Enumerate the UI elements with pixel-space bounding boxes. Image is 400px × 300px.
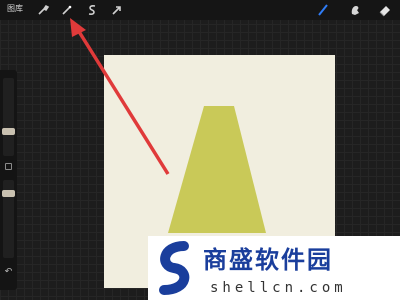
opacity-thumb[interactable] — [2, 190, 15, 197]
brush-size-slider[interactable] — [3, 78, 14, 156]
selection-icon[interactable] — [85, 3, 99, 17]
watermark-brand: 商盛软件园 — [203, 246, 333, 274]
smudge-icon[interactable] — [348, 3, 362, 17]
brush-icon[interactable] — [316, 3, 330, 17]
watermark-url: shellcn.com — [210, 280, 347, 296]
transform-arrow-icon[interactable] — [110, 3, 124, 17]
eraser-icon[interactable] — [378, 3, 392, 17]
magic-wand-icon[interactable] — [60, 3, 74, 17]
wrench-icon[interactable] — [36, 3, 50, 17]
gallery-button[interactable]: 图库 — [7, 4, 23, 14]
modify-button[interactable] — [5, 163, 12, 170]
left-sidebar: ↶ — [0, 70, 17, 290]
watermark: 商盛软件园 shellcn.com — [148, 236, 400, 300]
watermark-logo-icon — [159, 241, 190, 295]
brush-size-thumb[interactable] — [2, 128, 15, 135]
top-toolbar: 图库 — [0, 0, 400, 20]
undo-icon[interactable]: ↶ — [3, 267, 14, 278]
